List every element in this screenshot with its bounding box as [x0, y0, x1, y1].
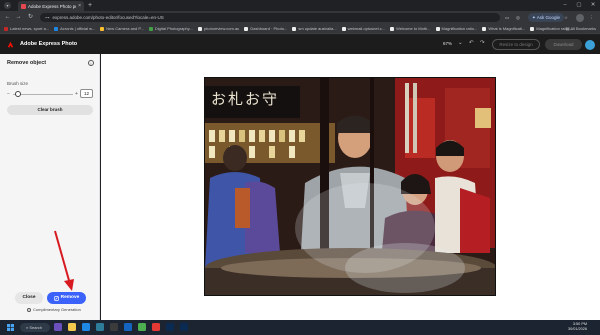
photo-image[interactable]: お札お守	[204, 77, 496, 296]
ask-google-button[interactable]: ✦ Ask Google	[528, 13, 565, 22]
tab-adobe-express[interactable]: Adobe Express Photo project ×	[18, 1, 84, 11]
credit-icon	[27, 307, 31, 312]
bookmark-item[interactable]: Magnification ratio...	[435, 26, 477, 31]
profile-avatar[interactable]	[576, 13, 584, 22]
ask-google-label: Ask Google	[536, 15, 561, 20]
photo-sign-text: お札お守	[211, 90, 280, 108]
redo-icon[interactable]: ↷	[480, 40, 485, 46]
new-tab-button[interactable]: +	[88, 1, 92, 10]
bookmark-item[interactable]: sm update australia...	[292, 26, 337, 31]
minimize-icon[interactable]: –	[558, 0, 572, 11]
bookmark-item[interactable]: What is Magnificati...	[482, 26, 525, 31]
store-icon[interactable]	[110, 323, 118, 331]
tab-close-icon[interactable]: ×	[78, 3, 81, 9]
brush-size-field[interactable]: 12	[80, 89, 93, 98]
mail-icon[interactable]	[96, 323, 104, 331]
bookmark-favicon-icon	[390, 26, 395, 31]
bookmark-item[interactable]: Acronis | official w...	[54, 26, 95, 31]
bookmark-item[interactable]: webmail.optusnet.c...	[341, 26, 385, 31]
bookmark-star-icon[interactable]: ☆	[564, 13, 568, 22]
bookmark-favicon-icon	[54, 26, 59, 31]
system-clock[interactable]: 3:50 PM 30/01/2026	[568, 322, 587, 332]
reload-icon[interactable]: ↻	[26, 13, 35, 22]
bookmark-item[interactable]: Latest news, sport a...	[4, 26, 49, 31]
info-icon[interactable]: i	[88, 60, 94, 66]
close-button[interactable]: Close	[15, 292, 43, 304]
undo-icon[interactable]: ↶	[469, 40, 474, 46]
address-bar[interactable]: ⊶ express.adobe.com/photo-editor/focused…	[40, 13, 500, 22]
bookmark-favicon-icon	[148, 26, 153, 31]
user-avatar[interactable]	[585, 39, 595, 50]
browser-menu-icon[interactable]: ⋮	[589, 13, 594, 22]
maximize-icon[interactable]: ▢	[572, 0, 586, 11]
bookmark-favicon-icon	[530, 26, 535, 31]
window-close-icon[interactable]: ✕	[586, 0, 600, 11]
file-explorer-icon[interactable]	[68, 323, 76, 331]
lightroom-icon[interactable]	[180, 323, 188, 331]
browser-toolbar: ← → ↻ ⊶ express.adobe.com/photo-editor/f…	[0, 11, 600, 24]
editor-canvas[interactable]: お札お守	[101, 54, 600, 320]
all-bookmarks-button[interactable]: ▤ All Bookmarks	[566, 26, 596, 31]
complimentary-generation-note: Complimentary Generation	[27, 307, 81, 312]
bookmark-favicon-icon	[435, 26, 440, 31]
bookmark-item[interactable]: photoreview.com.au	[197, 26, 239, 31]
complimentary-label: Complimentary Generation	[33, 307, 81, 312]
download-button[interactable]: Download	[545, 39, 582, 50]
tab-search-icon[interactable]: ▾	[4, 2, 11, 9]
clock-date: 30/01/2026	[568, 327, 588, 331]
remove-object-panel: Remove object i Brush size − + 12 Clear …	[0, 54, 100, 320]
app-header: Adobe Express Photo 67% ⌄ ↶ ↷ Resize to …	[0, 35, 600, 54]
task-view-icon[interactable]	[54, 323, 62, 331]
adobe-express-logo-icon[interactable]	[7, 41, 14, 48]
adobe-favicon-icon	[21, 3, 26, 9]
site-info-icon[interactable]: ⊶	[45, 15, 50, 21]
brush-size-label: Brush size	[7, 81, 29, 86]
taskbar-search[interactable]: ⌕ Search	[20, 323, 50, 332]
browser-tab-strip: ▾ Adobe Express Photo project × + – ▢ ✕	[0, 0, 600, 11]
bookmarks-bar: Latest news, sport a... Acronis | offici…	[0, 24, 600, 34]
bookmark-favicon-icon	[482, 26, 487, 31]
bookmark-item[interactable]: Digital Photography...	[148, 26, 193, 31]
photo-illustration	[205, 78, 495, 295]
bookmark-favicon-icon	[292, 26, 297, 31]
bookmark-item[interactable]: New Camera and P...	[100, 26, 144, 31]
resize-to-design-button[interactable]: Resize to design	[492, 39, 540, 50]
tab-title: Adobe Express Photo project	[28, 3, 76, 9]
windows-start-icon[interactable]	[7, 324, 14, 331]
bookmark-favicon-icon	[4, 26, 8, 31]
zoom-level[interactable]: 67%	[443, 41, 452, 46]
bookmark-favicon-icon	[244, 26, 249, 31]
lens-icon[interactable]: ◎	[516, 13, 520, 22]
plus-icon[interactable]: +	[75, 91, 78, 97]
back-icon[interactable]: ←	[3, 13, 12, 22]
annotation-arrow-icon	[54, 230, 74, 291]
word-icon[interactable]	[124, 323, 132, 331]
bookmark-favicon-icon	[341, 26, 346, 31]
brush-size-slider[interactable]	[13, 94, 73, 95]
acrobat-icon[interactable]	[152, 323, 160, 331]
chevron-down-icon[interactable]: ⌄	[458, 40, 463, 46]
bookmark-item[interactable]: Dashboard · Photo...	[244, 26, 287, 31]
minus-icon[interactable]: −	[7, 91, 10, 97]
forward-icon[interactable]: →	[14, 13, 23, 22]
bookmark-favicon-icon	[197, 26, 202, 31]
chrome-icon[interactable]	[138, 323, 146, 331]
generative-remove-icon	[53, 295, 59, 301]
edge-icon[interactable]	[82, 323, 90, 331]
url-text: express.adobe.com/photo-editor/focused?l…	[52, 15, 164, 20]
slider-handle[interactable]	[14, 91, 21, 97]
windows-taskbar: ⌕ Search 3:50 PM 30/01/2026	[0, 320, 600, 335]
clear-brush-button[interactable]: Clear brush	[7, 105, 93, 115]
screen-cast-icon[interactable]: ▭	[505, 13, 509, 22]
bookmark-favicon-icon	[100, 26, 105, 31]
panel-title: Remove object	[7, 60, 47, 66]
bookmark-item[interactable]: Welcome to Moth...	[390, 26, 431, 31]
app-title: Adobe Express Photo	[20, 41, 78, 47]
photoshop-icon[interactable]	[166, 323, 174, 331]
